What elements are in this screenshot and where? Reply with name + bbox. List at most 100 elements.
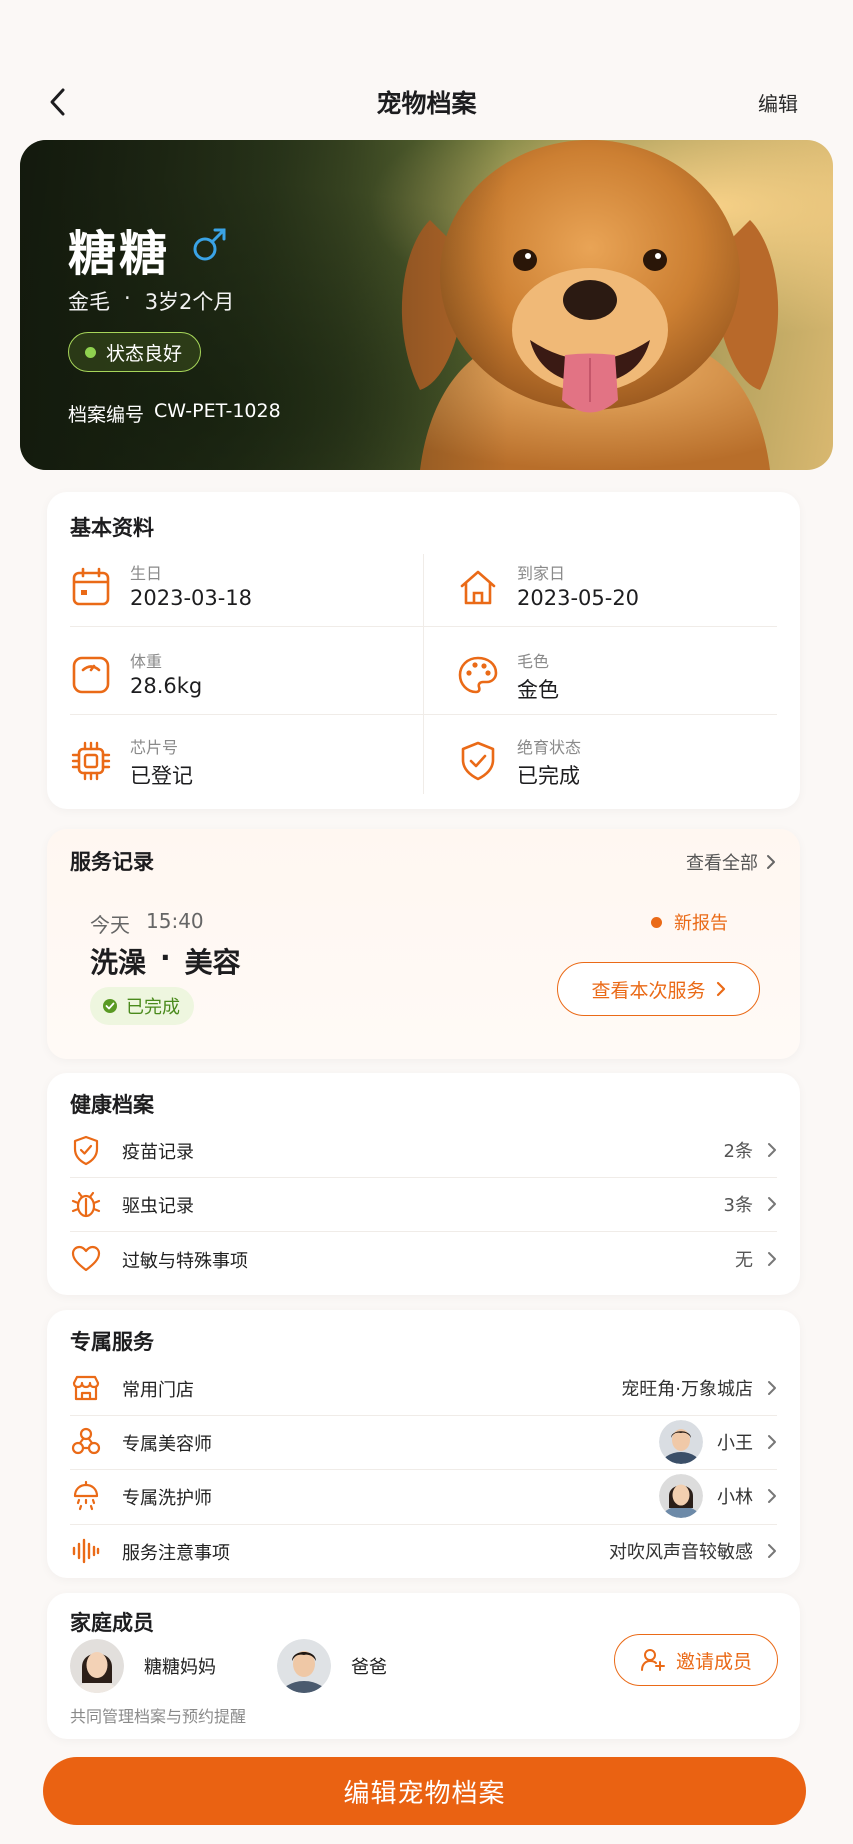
family-members-title: 家庭成员 [70,1611,154,1635]
service-type-a: 洗澡 [90,946,147,979]
preferred-store-row[interactable]: 常用门店 宠旺角·万象城店 [70,1361,777,1415]
neuter-status-cell: 绝育状态 已完成 [457,728,817,808]
family-note: 共同管理档案与预约提醒 [70,1707,247,1726]
bather-row[interactable]: 专属洗护师 小林 [70,1469,777,1523]
home-icon [460,570,496,605]
grooming-icon [71,1427,101,1455]
chevron-right-icon [768,1435,776,1449]
calendar-icon [72,567,110,606]
health-record-title: 健康档案 [70,1093,154,1117]
status-dot-icon [85,346,96,358]
scale-icon [72,656,110,694]
vaccine-record-row[interactable]: 疫苗记录 2条 [70,1123,777,1177]
chevron-right-icon [716,981,725,997]
weight-value: 28.6kg [130,674,203,698]
member-avatar [277,1639,331,1693]
pet-meta: 金毛 · 3岁2个月 [68,286,234,316]
family-member[interactable]: 爸爸 [277,1638,387,1694]
service-notes-value: 对吹风声音较敏感 [609,1542,753,1563]
chevron-right-icon [768,1489,776,1503]
new-report-dot-icon [651,916,662,928]
neuter-status-label: 绝育状态 [517,738,582,757]
service-record-title: 服务记录 [70,850,154,874]
completed-badge: 已完成 [90,987,194,1025]
edit-button[interactable]: 编辑 [758,88,798,117]
allergy-row[interactable]: 过敏与特殊事项 无 [70,1232,777,1286]
chevron-right-icon [768,1252,776,1266]
view-service-button[interactable]: 查看本次服务 [557,962,760,1016]
exclusive-service-title: 专属服务 [70,1330,154,1354]
chevron-right-icon [768,1197,776,1211]
groomer-name: 小王 [717,1433,753,1454]
heart-icon [71,1245,101,1272]
invite-member-label: 邀请成员 [675,1650,752,1673]
pet-name: 糖糖 [68,226,171,282]
chip-icon [71,741,111,781]
chip-label: 芯片号 [130,738,179,757]
record-number: 档案编号 CW-PET-1028 [68,400,281,427]
page-title: 宠物档案 [376,89,477,118]
view-service-label: 查看本次服务 [591,979,706,1002]
chip-cell: 芯片号 已登记 [70,728,430,808]
allergy-value: 无 [735,1250,753,1271]
service-type-b: 美容 [184,946,241,979]
arrival-date-cell: 到家日 2023-05-20 [457,554,817,634]
service-day: 今天 [90,913,130,937]
top-bar: 宠物档案 编辑 [0,70,853,134]
birthday-cell: 生日 2023-03-18 [70,554,430,634]
view-all-link[interactable]: 查看全部 [686,849,776,875]
bather-avatar [659,1474,703,1518]
service-record-card: 服务记录 查看全部 今天 15:40 洗澡 · 美容 已完成 新报告 查看本次服… [47,829,800,1059]
view-all-label: 查看全部 [686,853,758,874]
bather-name: 小林 [717,1487,753,1508]
service-time: 今天 15:40 [90,909,204,938]
groomer-avatar [659,1420,703,1464]
pet-hero-banner: 糖糖 金毛 · 3岁2个月 状态良好 档案编号 CW-PET-1028 [20,140,833,470]
weight-label: 体重 [130,652,163,671]
add-user-icon [640,1649,665,1671]
family-member[interactable]: 糖糖妈妈 [70,1638,216,1694]
member-avatar [70,1639,124,1693]
family-members-card: 家庭成员 糖糖妈妈 爸爸 共同管理档案与预约提醒 邀请成员 [47,1593,800,1739]
health-status-badge: 状态良好 [68,332,202,372]
preferred-store-label: 常用门店 [122,1380,194,1401]
edit-pet-profile-button[interactable]: 编辑宠物档案 [43,1757,806,1825]
pet-age: 3岁2个月 [144,290,235,314]
exclusive-service-card: 专属服务 常用门店 宠旺角·万象城店 专属美容师 小王 专属洗护师 小林 服务注… [47,1310,800,1578]
groomer-label: 专属美容师 [122,1434,212,1455]
deworming-record-count: 3条 [723,1195,753,1216]
invite-member-button[interactable]: 邀请成员 [614,1634,778,1686]
shower-icon [73,1480,99,1511]
member-name: 爸爸 [351,1657,387,1678]
allergy-label: 过敏与特殊事项 [122,1251,248,1272]
status-text: 状态良好 [106,342,183,365]
member-name: 糖糖妈妈 [144,1657,216,1678]
basic-info-title: 基本资料 [70,516,154,540]
sound-wave-icon [72,1538,100,1564]
service-clock: 15:40 [146,909,204,933]
vaccine-record-label: 疫苗记录 [122,1142,194,1163]
health-record-card: 健康档案 疫苗记录 2条 驱虫记录 3条 过敏与特殊事项 无 [47,1073,800,1295]
service-notes-label: 服务注意事项 [122,1543,230,1564]
pet-breed: 金毛 [68,290,110,314]
palette-icon [458,656,498,694]
chip-value: 已登记 [130,764,193,788]
arrival-date-value: 2023-05-20 [517,586,640,610]
arrival-date-label: 到家日 [517,564,566,583]
bather-label: 专属洗护师 [122,1488,212,1509]
store-icon [72,1375,100,1401]
neuter-status-value: 已完成 [517,764,580,788]
weight-cell: 体重 28.6kg [70,642,430,722]
preferred-store-value: 宠旺角·万象城店 [621,1379,753,1400]
record-label: 档案编号 [68,404,145,426]
service-notes-row[interactable]: 服务注意事项 对吹风声音较敏感 [70,1524,777,1578]
service-separator: · [160,941,171,974]
deworming-record-row[interactable]: 驱虫记录 3条 [70,1177,777,1231]
record-value: CW-PET-1028 [154,400,281,422]
groomer-row[interactable]: 专属美容师 小王 [70,1415,777,1469]
vaccine-record-count: 2条 [723,1141,753,1162]
chevron-right-icon [768,1544,776,1558]
shield-check-icon [461,741,495,781]
shield-check-icon [73,1135,99,1166]
coat-color-cell: 毛色 金色 [457,642,817,722]
